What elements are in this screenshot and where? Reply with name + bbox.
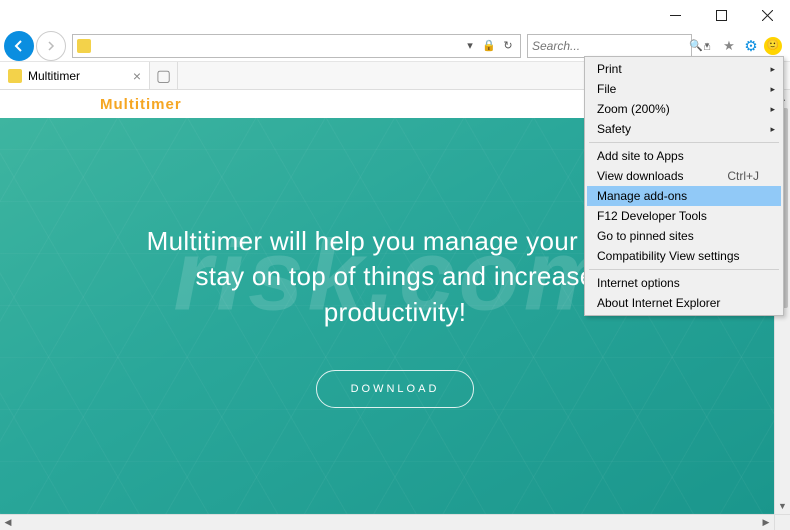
menu-item-view-downloads[interactable]: View downloads Ctrl+J [587,166,781,186]
menu-item-f12-developer-tools[interactable]: F12 Developer Tools [587,206,781,226]
site-logo[interactable]: Multitimer [100,96,182,113]
menu-item-about-internet-explorer[interactable]: About Internet Explorer [587,293,781,313]
minimize-button[interactable] [652,0,698,30]
toolbar-icons: ⌂ ★ ⚙ 🙂 [694,37,786,55]
search-input[interactable] [532,39,689,53]
menu-item-compatibility-view-settings[interactable]: Compatibility View settings [587,246,781,266]
address-input[interactable] [95,39,458,53]
close-button[interactable] [744,0,790,30]
menu-item-label: Safety [597,122,631,136]
menu-item-label: F12 Developer Tools [597,209,707,223]
maximize-button[interactable] [698,0,744,30]
menu-item-label: View downloads [597,169,684,183]
horizontal-scrollbar[interactable]: ◀ ▶ [0,514,774,530]
menu-separator [589,142,779,143]
download-button[interactable]: DOWNLOAD [316,370,475,408]
lock-icon[interactable]: 🔒 [481,39,497,52]
favorites-icon[interactable]: ★ [720,37,738,55]
new-tab-button[interactable]: ▢ [150,62,178,89]
scroll-left-icon[interactable]: ◀ [0,515,16,530]
tab-favicon [8,69,22,83]
menu-item-label: Compatibility View settings [597,249,740,263]
menu-item-manage-add-ons[interactable]: Manage add-ons [587,186,781,206]
back-button[interactable] [4,31,34,61]
menu-item-add-site-to-apps[interactable]: Add site to Apps [587,146,781,166]
tools-menu: Print File Zoom (200%) Safety Add site to Ap… [584,56,784,316]
scrollbar-corner [774,514,790,530]
dropdown-icon[interactable]: ▾ [462,39,478,52]
scroll-right-icon[interactable]: ▶ [758,515,774,530]
menu-item-label: Add site to Apps [597,149,684,163]
gear-icon[interactable]: ⚙ [742,37,760,55]
hero-headline: Multitimer will help you manage your tim… [135,224,655,329]
menu-item-label: Zoom (200%) [597,102,670,116]
address-bar-icons: ▾ 🔒 ↻ [462,39,516,52]
scroll-down-icon[interactable]: ▼ [775,498,790,514]
menu-item-go-to-pinned-sites[interactable]: Go to pinned sites [587,226,781,246]
window-titlebar [0,0,790,30]
menu-item-file[interactable]: File [587,79,781,99]
menu-item-print[interactable]: Print [587,59,781,79]
address-bar[interactable]: ▾ 🔒 ↻ [72,34,521,58]
search-bar[interactable]: 🔍 ▾ [527,34,692,58]
menu-item-safety[interactable]: Safety [587,119,781,139]
menu-item-label: File [597,82,616,96]
menu-item-label: Print [597,62,622,76]
tab-multitimer[interactable]: Multitimer × [0,62,150,89]
site-favicon [77,39,91,53]
forward-button[interactable] [36,31,66,61]
tab-label: Multitimer [28,69,80,83]
home-icon[interactable]: ⌂ [698,37,716,55]
tab-close-icon[interactable]: × [133,68,141,84]
menu-item-label: Manage add-ons [597,189,687,203]
menu-item-zoom-200[interactable]: Zoom (200%) [587,99,781,119]
menu-item-label: Go to pinned sites [597,229,694,243]
menu-item-label: Internet options [597,276,680,290]
refresh-icon[interactable]: ↻ [500,39,516,52]
feedback-icon[interactable]: 🙂 [764,37,782,55]
menu-separator [589,269,779,270]
menu-item-internet-options[interactable]: Internet options [587,273,781,293]
menu-item-shortcut: Ctrl+J [727,169,759,183]
menu-item-label: About Internet Explorer [597,296,720,310]
